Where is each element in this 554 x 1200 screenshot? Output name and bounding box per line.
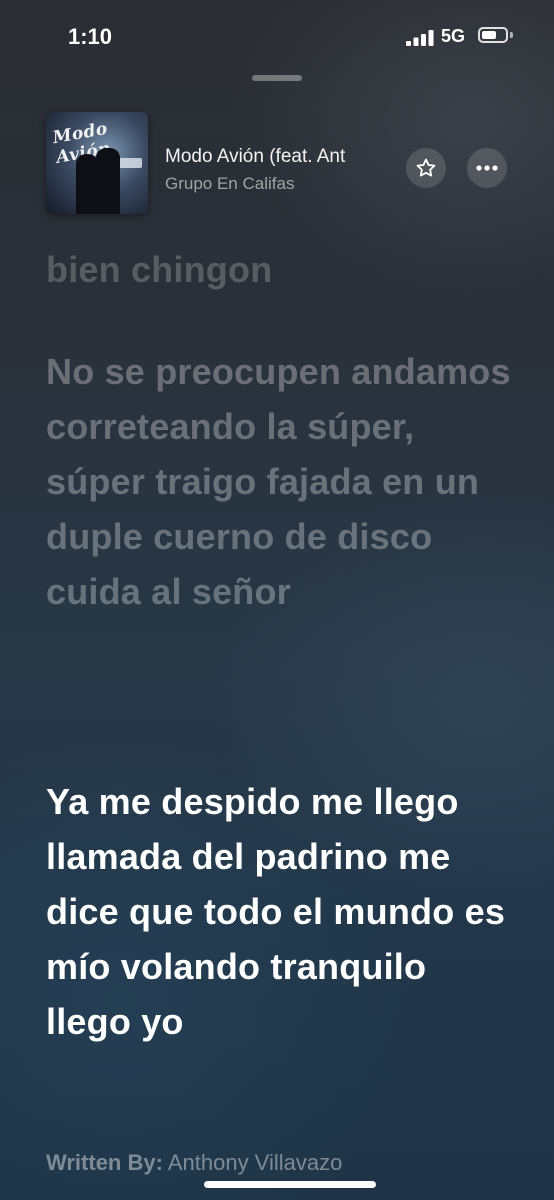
battery-icon: [478, 27, 508, 43]
credits-writers: Anthony Villavazo: [167, 1150, 343, 1175]
song-artist[interactable]: Grupo En Califas: [165, 174, 294, 194]
sheet-grabber[interactable]: [252, 75, 302, 81]
credits-label: Written By:: [46, 1150, 163, 1175]
album-art[interactable]: Modo Avión: [46, 112, 148, 214]
home-indicator[interactable]: [204, 1181, 376, 1188]
lyric-line-past[interactable]: No se preocupen andamos correteando la s…: [46, 344, 516, 619]
favorite-button[interactable]: [406, 148, 446, 188]
more-options-button[interactable]: [467, 148, 507, 188]
status-bar: 1:10 5G: [0, 0, 554, 76]
cellular-signal-icon: [406, 30, 434, 46]
lyric-line-previous[interactable]: bien chingon: [46, 242, 516, 297]
status-time: 1:10: [68, 24, 113, 49]
ellipsis-icon: [476, 165, 498, 171]
network-type: 5G: [441, 26, 466, 46]
song-credits: Written By: Anthony Villavazo: [46, 1150, 342, 1176]
battery-tip: [510, 32, 513, 38]
star-icon: [416, 158, 436, 177]
song-title[interactable]: Modo Avión (feat. Ant: [165, 146, 397, 168]
album-art-figure: [76, 154, 98, 214]
album-art-figure: [96, 148, 120, 214]
lyric-line-current[interactable]: Ya me despido me llego llamada del padri…: [46, 774, 516, 1049]
